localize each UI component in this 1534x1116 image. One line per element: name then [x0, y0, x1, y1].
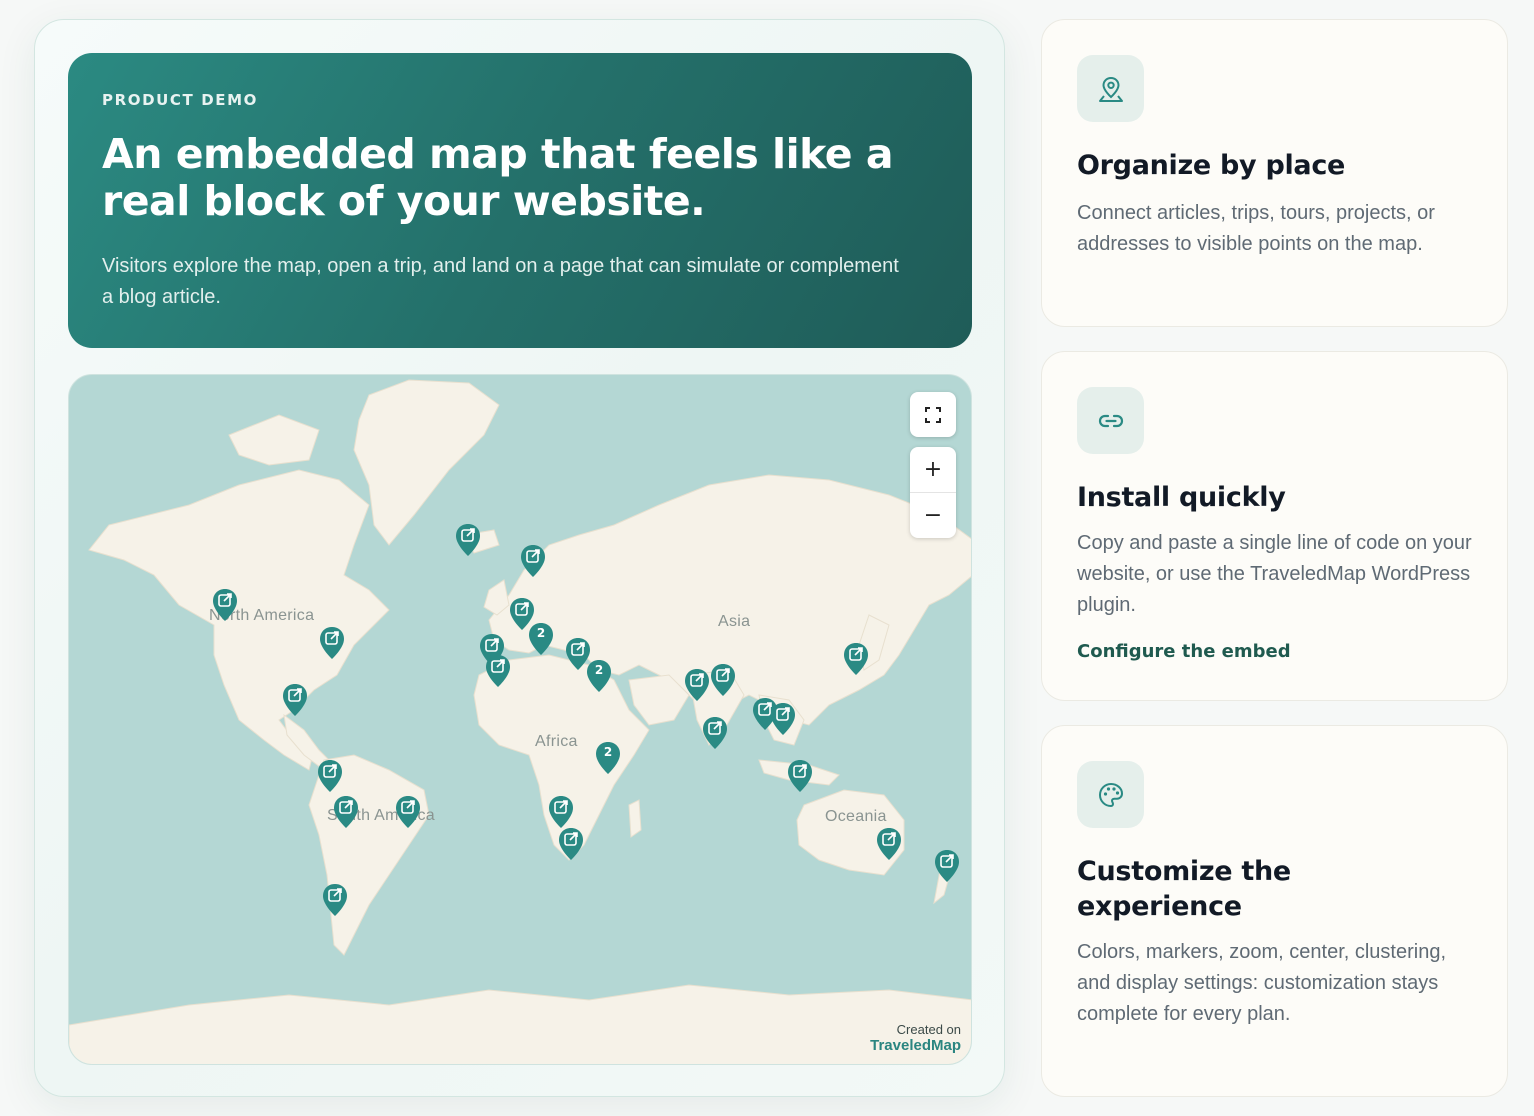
marker-pin-icon — [318, 760, 342, 792]
marker-pin-icon — [320, 627, 344, 659]
map-marker[interactable] — [333, 795, 359, 829]
hero-title: An embedded map that feels like a real b… — [102, 130, 894, 225]
feature-description: Copy and paste a single line of code on … — [1077, 532, 1472, 616]
map-cluster-marker[interactable]: 2 — [595, 741, 621, 775]
world-map-canvas[interactable] — [69, 375, 972, 1065]
marker-pin-icon — [771, 703, 795, 735]
embedded-world-map[interactable]: North America South America Africa Asia … — [68, 374, 972, 1065]
feature-card-organize: Organize by place Connect articles, trip… — [1041, 19, 1508, 327]
marker-pin-icon — [711, 664, 735, 696]
map-marker[interactable] — [322, 883, 348, 917]
fullscreen-control[interactable] — [910, 392, 956, 437]
marker-pin-icon — [844, 643, 868, 675]
map-marker[interactable] — [485, 654, 511, 688]
hero-description: Visitors explore the map, open a trip, a… — [102, 255, 899, 308]
map-marker[interactable] — [702, 716, 728, 750]
marker-pin-icon — [283, 684, 307, 716]
map-marker[interactable] — [684, 668, 710, 702]
feature-description: Connect articles, trips, tours, projects… — [1077, 202, 1435, 255]
marker-pin-icon — [935, 850, 959, 882]
marker-pin-icon — [213, 589, 237, 621]
map-marker[interactable] — [787, 759, 813, 793]
antarctica — [69, 984, 971, 1064]
feature-title: Install quickly — [1077, 482, 1286, 513]
map-marker[interactable] — [558, 827, 584, 861]
hero-eyebrow: PRODUCT DEMO — [102, 91, 258, 109]
feature-description: Colors, markers, zoom, center, clusterin… — [1077, 941, 1447, 1025]
marker-pin-icon — [788, 760, 812, 792]
feature-card-install: Install quickly Copy and paste a single … — [1041, 351, 1508, 701]
map-marker[interactable] — [395, 795, 421, 829]
marker-pin-icon — [685, 669, 709, 701]
cluster-count: 2 — [536, 626, 546, 640]
map-cluster-marker[interactable]: 2 — [586, 659, 612, 693]
madagascar — [628, 799, 642, 838]
label-asia: Asia — [718, 613, 751, 630]
map-marker[interactable] — [548, 795, 574, 829]
arctic-islands — [228, 414, 320, 466]
marker-pin-icon — [549, 796, 573, 828]
label-oceania: Oceania — [825, 808, 887, 825]
configure-embed-link[interactable]: Configure the embed — [1077, 641, 1472, 662]
attribution-link[interactable]: TraveledMap — [870, 1037, 961, 1054]
hero-banner: PRODUCT DEMO An embedded map that feels … — [68, 53, 972, 348]
zoom-out-button[interactable]: − — [910, 493, 956, 538]
marker-pin-icon — [323, 884, 347, 916]
map-marker[interactable] — [455, 523, 481, 557]
marker-pin-icon — [521, 545, 545, 577]
zoom-control: + − — [910, 447, 956, 538]
map-marker[interactable] — [934, 849, 960, 883]
marker-pin-icon — [456, 524, 480, 556]
map-marker[interactable] — [770, 702, 796, 736]
cluster-count: 2 — [594, 663, 604, 677]
map-marker[interactable] — [317, 759, 343, 793]
map-marker[interactable] — [520, 544, 546, 578]
map-marker[interactable] — [710, 663, 736, 697]
marker-pin-icon — [559, 828, 583, 860]
feature-title: Organize by place — [1077, 150, 1346, 181]
map-cluster-marker[interactable]: 2 — [528, 622, 554, 656]
map-marker[interactable] — [319, 626, 345, 660]
map-marker[interactable] — [282, 683, 308, 717]
palette-icon — [1077, 761, 1144, 828]
marker-pin-icon — [486, 655, 510, 687]
product-demo-card: PRODUCT DEMO An embedded map that feels … — [34, 19, 1005, 1097]
map-pin-icon — [1077, 55, 1144, 122]
map-marker[interactable] — [212, 588, 238, 622]
link-icon — [1077, 387, 1144, 454]
zoom-in-button[interactable]: + — [910, 447, 956, 492]
marker-pin-icon — [877, 828, 901, 860]
feature-title: Customize the experience — [1077, 856, 1291, 922]
greenland — [353, 379, 500, 546]
fullscreen-button[interactable] — [910, 392, 956, 437]
fullscreen-icon — [925, 406, 941, 423]
marker-pin-icon — [703, 717, 727, 749]
cluster-count: 2 — [603, 745, 613, 759]
map-marker[interactable] — [843, 642, 869, 676]
marker-pin-icon — [396, 796, 420, 828]
map-marker[interactable] — [876, 827, 902, 861]
map-attribution: Created on TraveledMap — [870, 1022, 961, 1054]
label-africa: Africa — [535, 733, 578, 750]
marker-pin-icon — [334, 796, 358, 828]
attribution-created-on: Created on — [896, 1022, 961, 1037]
feature-card-customize: Customize the experience Colors, markers… — [1041, 725, 1508, 1097]
